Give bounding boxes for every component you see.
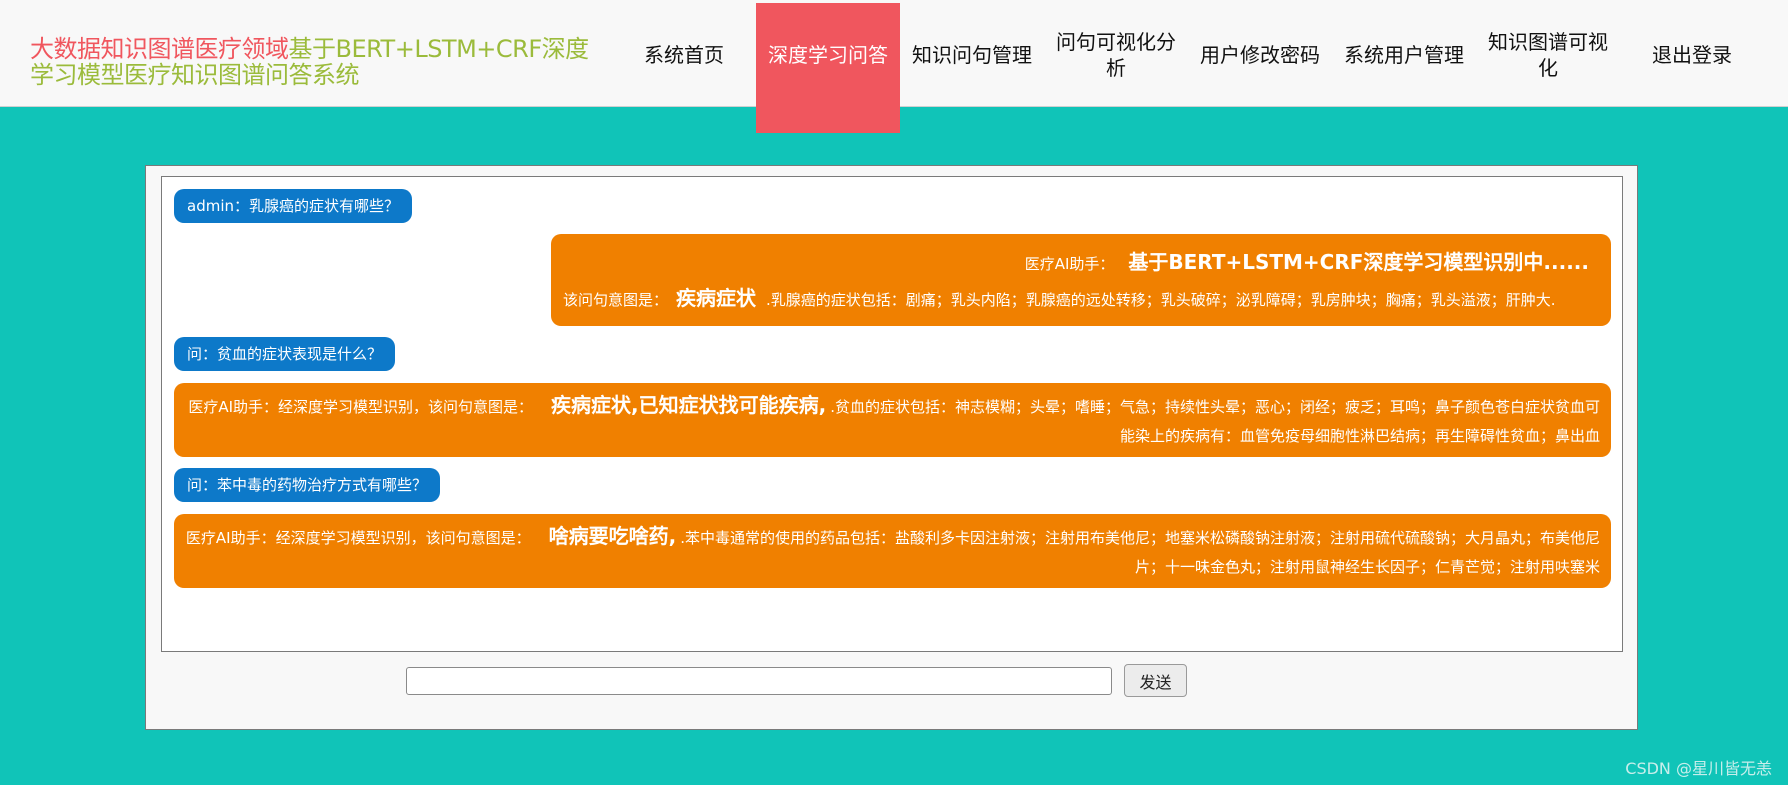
nav-item-logout[interactable]: 退出登录 [1620,3,1764,107]
nav-item-label: 问句可视化分析 [1056,30,1176,80]
watermark-text: CSDN @星川皆无恙 [1625,759,1772,778]
answer-prefix: 医疗AI助手：经深度学习模型识别，该问句意图是： [188,398,534,416]
nav-item-user-management[interactable]: 系统用户管理 [1332,3,1476,107]
answer-bubble-3: 医疗AI助手：经深度学习模型识别，该问句意图是： 啥病要吃啥药, .苯中毒通常的使用… [174,514,1611,588]
answer-text: .贫血的症状包括：神志模糊；头晕；嗜睡；气急；持续性头晕；恶心；闭经；疲乏；耳鸣… [830,398,1600,445]
answer-text: .苯中毒通常的使用的药品包括：盐酸利多卡因注射液；注射用布美他尼；地塞米松磷酸钠… [680,529,1600,576]
intent-label: 该问句意图是： [563,291,669,309]
chat-log[interactable]: admin：乳腺癌的症状有哪些？ 医疗AI助手： 基于BERT+LSTM+CRF深… [161,176,1623,652]
nav-item-label: 用户修改密码 [1200,43,1320,67]
model-status-text: 基于BERT+LSTM+CRF深度学习模型识别中...... [1128,250,1589,274]
nav-item-question-management[interactable]: 知识问句管理 [900,3,1044,107]
nav-item-question-visualization[interactable]: 问句可视化分析 [1044,3,1188,107]
nav-item-deep-learning-qa[interactable]: 深度学习问答 [756,3,900,133]
answer-prefix: 医疗AI助手：经深度学习模型识别，该问句意图是： [185,529,531,547]
nav-item-label: 知识图谱可视化 [1488,30,1608,80]
question-bubble-2: 问：贫血的症状表现是什么？ [174,337,396,371]
app-title-part1: 大数据知识图谱医疗领域 [30,35,289,63]
nav-item-label: 深度学习问答 [768,43,888,67]
intent-text: 疾病症状,已知症状找可能疾病, [551,393,827,417]
nav-item-label: 退出登录 [1652,43,1732,67]
question-input[interactable] [406,666,1112,695]
message-input-row: 发送 [406,664,1187,697]
nav-item-label: 知识问句管理 [912,43,1032,67]
assistant-label: 医疗AI助手： [1024,255,1115,273]
intent-text: 疾病症状 [676,286,757,310]
send-button[interactable]: 发送 [1124,664,1187,697]
app-title[interactable]: 大数据知识图谱医疗领域基于BERT+LSTM+CRF深度学习模型医疗知识图谱问答… [30,36,590,88]
top-navbar: 大数据知识图谱医疗领域基于BERT+LSTM+CRF深度学习模型医疗知识图谱问答… [0,0,1788,133]
nav-item-change-password[interactable]: 用户修改密码 [1188,3,1332,107]
answer-bubble-2: 医疗AI助手：经深度学习模型识别，该问句意图是： 疾病症状,已知症状找可能疾病,.… [174,383,1611,457]
intent-text: 啥病要吃啥药, [548,524,677,548]
nav-item-label: 系统首页 [644,43,724,67]
answer-intent-row: 该问句意图是： 疾病症状 .乳腺癌的症状包括：剧痛；乳头内陷；乳腺癌的远处转移；乳头… [563,280,1599,316]
answer-bubble-1: 医疗AI助手： 基于BERT+LSTM+CRF深度学习模型识别中...... 该问… [551,234,1611,326]
nav-item-label: 系统用户管理 [1344,43,1464,67]
answer-text: .乳腺癌的症状包括：剧痛；乳头内陷；乳腺癌的远处转移；乳头破碎；泌乳障碍；乳房肿… [766,291,1556,309]
question-bubble-3: 问：苯中毒的药物治疗方式有哪些？ [174,468,441,502]
nav-item-knowledge-graph[interactable]: 知识图谱可视化 [1476,3,1620,107]
qa-panel: admin：乳腺癌的症状有哪些？ 医疗AI助手： 基于BERT+LSTM+CRF深… [145,165,1638,730]
nav-item-home[interactable]: 系统首页 [612,3,756,107]
question-bubble-1: admin：乳腺癌的症状有哪些？ [174,189,413,223]
main-nav: 系统首页 深度学习问答 知识问句管理 问句可视化分析 用户修改密码 系统用户管理… [612,3,1764,133]
answer-status-row: 医疗AI助手： 基于BERT+LSTM+CRF深度学习模型识别中...... [563,244,1599,280]
